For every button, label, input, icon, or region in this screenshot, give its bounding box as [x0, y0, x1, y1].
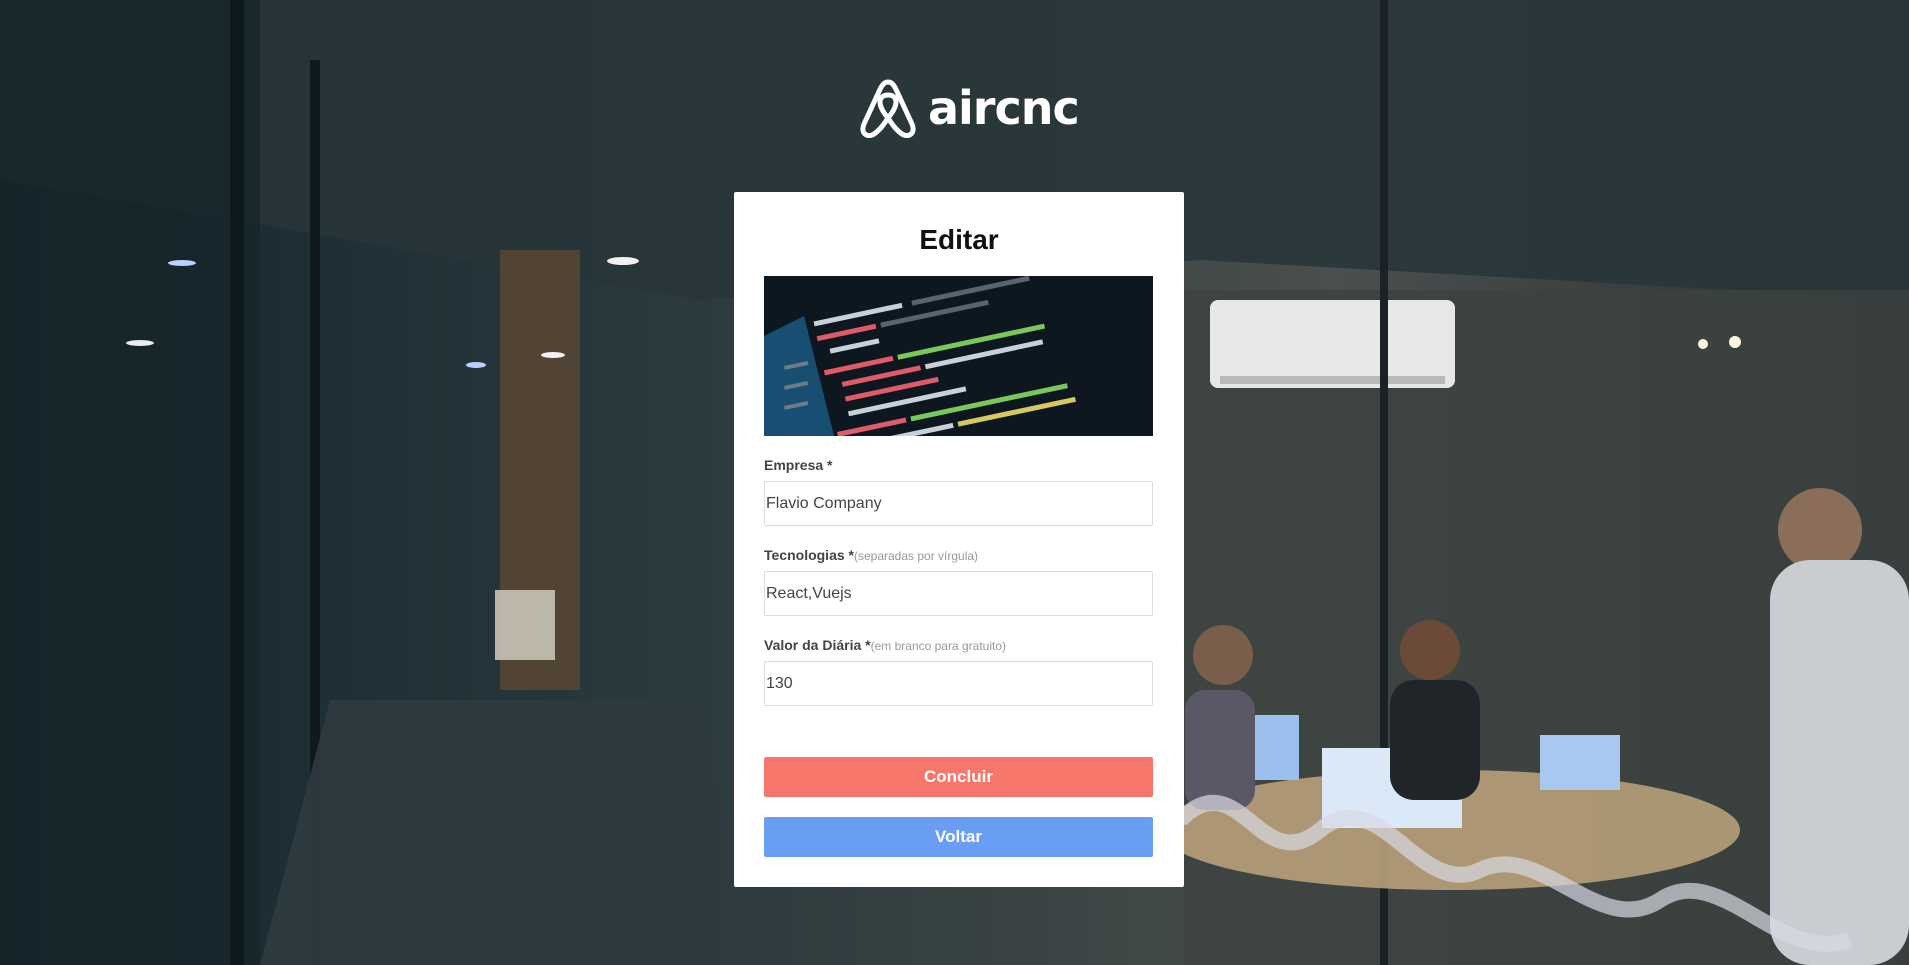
code-screenshot-image[interactable] — [764, 276, 1153, 436]
technologies-hint: (separadas por vírgula) — [853, 549, 979, 563]
brand-logo: aircnc — [858, 76, 1080, 140]
submit-button[interactable]: Concluir — [764, 757, 1153, 797]
daily-price-hint: (em branco para gratuito) — [870, 639, 1007, 653]
airbnb-belo-icon — [860, 79, 916, 139]
technologies-input[interactable] — [764, 571, 1153, 616]
company-input[interactable] — [764, 481, 1153, 526]
thumbnail-graphic — [764, 276, 1153, 436]
daily-price-label: Valor da Diária *(em branco para gratuit… — [764, 637, 1154, 653]
daily-price-input[interactable] — [764, 661, 1153, 706]
back-button[interactable]: Voltar — [764, 817, 1153, 857]
brand-name: aircnc — [928, 81, 1080, 135]
daily-price-label-text: Valor da Diária * — [764, 637, 871, 653]
technologies-label-text: Tecnologias * — [764, 547, 854, 563]
page-title: Editar — [919, 224, 999, 255]
company-label-text: Empresa * — [764, 457, 833, 473]
technologies-label: Tecnologias *(separadas por vírgula) — [764, 547, 1154, 563]
company-label: Empresa * — [764, 457, 1154, 473]
edit-form-card: Editar Empresa * Flavio Company Tecnolog… — [734, 192, 1184, 887]
